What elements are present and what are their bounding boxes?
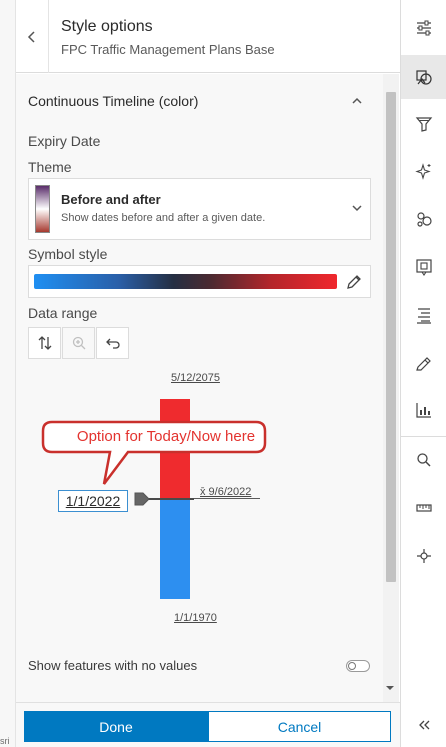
toolbar-location[interactable]: [401, 534, 446, 578]
chevron-up-icon[interactable]: [351, 96, 363, 106]
toolbar-effects[interactable]: [401, 149, 446, 193]
theme-selector[interactable]: Before and after Show dates before and a…: [28, 178, 371, 240]
back-button[interactable]: [16, 0, 49, 73]
zoom-in-icon: [72, 336, 85, 350]
effects-icon: [415, 163, 431, 180]
sketch-icon: [416, 357, 431, 371]
right-toolbar: [400, 0, 446, 747]
toolbar-clustering[interactable]: [401, 197, 446, 241]
left-edge-strip: sri: [0, 0, 16, 747]
show-no-values-toggle[interactable]: [346, 660, 370, 672]
histogram-max-label: 5/12/2075: [171, 372, 220, 384]
edge-text: sri: [0, 736, 10, 746]
toolbar-collapse[interactable]: [401, 703, 446, 747]
style-block-title: Continuous Timeline (color): [28, 93, 199, 109]
location-icon: [417, 549, 431, 563]
collapse-icon: [419, 720, 430, 730]
invert-range-button[interactable]: [28, 327, 61, 359]
annotation-text: Option for Today/Now here: [76, 428, 256, 445]
zoom-range-button[interactable]: [62, 327, 95, 359]
toolbar-sketch[interactable]: [401, 341, 446, 385]
data-range-label: Data range: [28, 305, 98, 321]
style-options-panel: Continuous Timeline (color) Expiry Date …: [16, 74, 383, 702]
styles-icon: [416, 70, 432, 85]
show-no-values-label: Show features with no values: [28, 658, 198, 673]
toggle-knob: [348, 662, 356, 670]
chevron-left-icon: [27, 30, 35, 43]
field-label: Expiry Date: [28, 133, 101, 149]
pencil-icon[interactable]: [345, 273, 363, 291]
scroll-down-arrow-icon[interactable]: [385, 684, 395, 692]
chevron-down-icon: [352, 205, 362, 212]
toolbar-search[interactable]: [401, 438, 446, 482]
footer: Done Cancel: [16, 702, 400, 747]
filter-icon: [415, 117, 433, 132]
layer-name: FPC Traffic Management Plans Base: [61, 42, 275, 57]
scrollbar-thumb[interactable]: [386, 92, 396, 582]
symbol-style-label: Symbol style: [28, 246, 108, 262]
theme-description: Show dates before and after a given date…: [61, 212, 266, 224]
theme-name: Before and after: [61, 192, 161, 207]
toolbar-separator: [401, 436, 446, 437]
theme-color-ramp: [35, 185, 50, 233]
analysis-icon: [416, 403, 431, 418]
page-title: Style options: [61, 18, 153, 35]
properties-icon: [417, 20, 431, 36]
symbol-color-ramp: [34, 274, 337, 289]
search-icon: [417, 453, 431, 467]
histogram-bar-before: [160, 499, 190, 599]
toolbar-measure[interactable]: [401, 486, 446, 530]
reset-range-button[interactable]: [96, 327, 129, 359]
symbol-style-selector[interactable]: [28, 265, 371, 298]
measure-icon: [416, 504, 432, 512]
panel-header: Style options FPC Traffic Management Pla…: [16, 0, 400, 73]
cancel-button[interactable]: Cancel: [208, 711, 391, 742]
swap-vertical-icon: [38, 336, 51, 350]
pop-ups-icon: [416, 259, 432, 276]
toolbar-labels[interactable]: [401, 293, 446, 337]
toolbar-filter[interactable]: [401, 102, 446, 146]
theme-label: Theme: [28, 159, 72, 175]
clustering-icon: [417, 212, 432, 227]
toolbar-analysis[interactable]: [401, 388, 446, 432]
toolbar-styles[interactable]: [401, 55, 446, 99]
done-button[interactable]: Done: [24, 711, 208, 742]
histogram-min-label: 1/1/1970: [174, 612, 217, 624]
toolbar-popups[interactable]: [401, 245, 446, 289]
labels-icon: [417, 308, 431, 324]
undo-icon: [105, 338, 120, 349]
toolbar-properties[interactable]: [401, 6, 446, 50]
